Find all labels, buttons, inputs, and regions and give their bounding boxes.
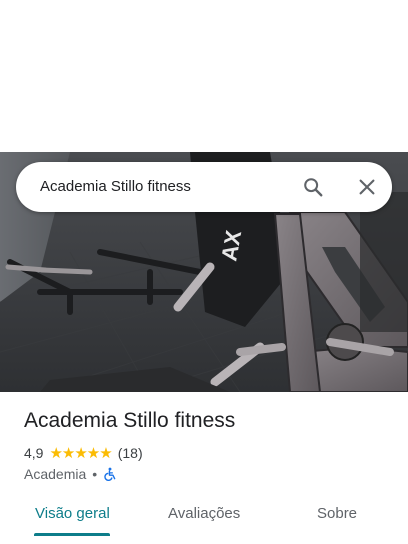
place-tabs: Visão geral Avaliações Sobre bbox=[0, 490, 408, 544]
review-count[interactable]: (18) bbox=[118, 445, 143, 461]
rating-row[interactable]: 4,9 ★★★★★ (18) bbox=[24, 444, 143, 462]
search-icon[interactable] bbox=[302, 176, 324, 198]
place-category: Academia bbox=[24, 466, 87, 482]
close-icon[interactable] bbox=[356, 176, 378, 198]
map-blank-area bbox=[0, 0, 408, 152]
active-tab-indicator bbox=[34, 533, 110, 536]
star-rating: ★★★★★ bbox=[49, 445, 112, 462]
search-bar[interactable]: Academia Stillo fitness bbox=[16, 162, 392, 212]
search-input[interactable]: Academia Stillo fitness bbox=[40, 178, 191, 195]
wheelchair-icon bbox=[103, 467, 117, 482]
tab-overview[interactable]: Visão geral bbox=[35, 505, 110, 522]
tab-reviews[interactable]: Avaliações bbox=[168, 505, 240, 522]
tab-about[interactable]: Sobre bbox=[317, 505, 357, 522]
separator-dot: • bbox=[92, 466, 98, 482]
rating-value: 4,9 bbox=[24, 445, 44, 461]
equipment-sign-text: AX bbox=[216, 228, 246, 263]
place-title: Academia Stillo fitness bbox=[24, 409, 236, 432]
category-row: Academia • bbox=[24, 465, 117, 483]
